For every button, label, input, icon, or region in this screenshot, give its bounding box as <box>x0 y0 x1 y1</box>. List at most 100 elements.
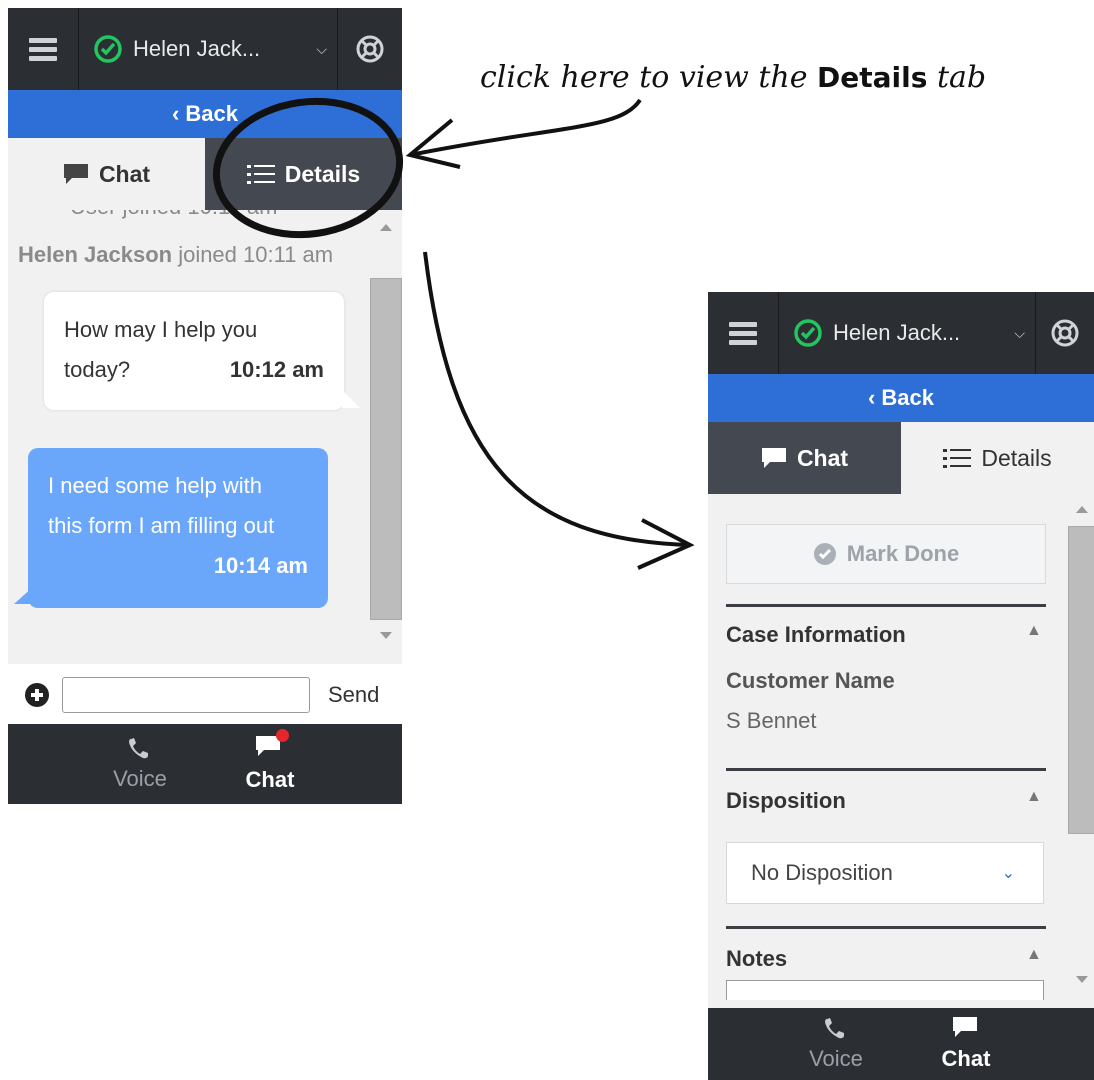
chat-composer: Send <box>8 664 402 726</box>
customer-message-line1: I need some help with <box>48 473 263 498</box>
back-bar[interactable]: ‹ Back <box>708 374 1094 422</box>
tab-details[interactable]: Details <box>901 422 1094 494</box>
right-panel: Helen Jack... ⌵ ‹ Back Chat Details Mark… <box>708 292 1094 1080</box>
tab-chat-label: Chat <box>98 160 151 187</box>
support-button[interactable] <box>338 8 402 90</box>
scroll-down-arrow[interactable] <box>1076 976 1088 983</box>
case-information-title[interactable]: Case Information <box>726 622 906 648</box>
agent-status-dropdown[interactable]: Helen Jack... ⌵ <box>79 8 338 90</box>
chevron-down-icon: ⌄ <box>1001 865 1015 882</box>
section-divider <box>726 604 1046 607</box>
send-button[interactable]: Send <box>328 682 379 708</box>
scroll-thumb[interactable] <box>370 278 402 620</box>
chat-transcript[interactable]: User joined 10:11 am Helen Jackson joine… <box>8 210 402 664</box>
scrollbar[interactable] <box>370 222 402 652</box>
disposition-title[interactable]: Disposition <box>726 788 846 814</box>
nav-voice[interactable]: Voice <box>75 724 205 804</box>
left-panel: Helen Jack... ⌵ ‹ Back Chat Details User… <box>8 8 402 804</box>
arrow-to-details <box>409 98 642 157</box>
phone-icon <box>825 1018 844 1039</box>
chat-bubble-icon <box>953 1017 977 1037</box>
tab-chat-label: Chat <box>796 444 849 471</box>
chat-message-input[interactable] <box>62 677 310 713</box>
chevron-down-icon: ⌵ <box>1014 324 1025 341</box>
system-message-partial: User joined 10:11 am <box>70 210 278 220</box>
chevron-left-icon: ‹ <box>172 101 180 126</box>
section-divider <box>726 926 1046 929</box>
agent-status-dropdown[interactable]: Helen Jack... ⌵ <box>779 292 1036 374</box>
lifebuoy-icon <box>1051 319 1079 347</box>
customer-message-time: 10:14 am <box>213 553 308 578</box>
system-message-name: Helen Jackson <box>18 242 173 267</box>
annotation-text: click here to view the Details tab <box>480 60 986 95</box>
list-icon <box>246 165 275 184</box>
system-message-text: joined 10:11 am <box>172 242 334 267</box>
mark-done-button[interactable]: Mark Done <box>726 524 1046 584</box>
disposition-select[interactable]: No Disposition ⌄ <box>726 842 1044 904</box>
arrowhead-right <box>637 518 695 570</box>
system-message: Helen Jackson joined 10:11 am <box>18 242 333 268</box>
agent-name: Helen Jack... <box>133 36 261 61</box>
tab-details-label: Details <box>981 444 1052 471</box>
menu-button[interactable] <box>8 8 79 90</box>
support-button[interactable] <box>1036 292 1094 374</box>
mark-done-label: Mark Done <box>846 541 960 566</box>
agent-bubble-tail <box>342 390 360 408</box>
hamburger-icon <box>729 322 757 345</box>
customer-message-line2: this form I am filling out <box>48 513 275 538</box>
notes-textarea[interactable] <box>726 980 1044 1000</box>
back-label: Back <box>185 101 238 126</box>
chat-bubble-icon <box>63 164 88 184</box>
details-pane: Mark Done Case Information ▲ Customer Na… <box>708 494 1094 1000</box>
back-label: Back <box>881 385 934 410</box>
notification-dot <box>276 729 289 742</box>
tab-details-label: Details <box>284 160 361 187</box>
chevron-up-icon[interactable]: ▲ <box>1026 622 1042 640</box>
agent-message: How may I help you today? 10:12 am <box>44 292 344 410</box>
add-circle-icon[interactable] <box>24 682 50 708</box>
scroll-up-arrow[interactable] <box>380 224 392 231</box>
tab-chat[interactable]: Chat <box>708 422 901 494</box>
scroll-thumb[interactable] <box>1068 526 1094 834</box>
arrowhead-left <box>405 118 461 169</box>
annotation-suffix: tab <box>927 60 987 95</box>
chevron-left-icon: ‹ <box>868 385 876 410</box>
scroll-down-arrow[interactable] <box>380 632 392 639</box>
lifebuoy-icon <box>356 35 384 63</box>
nav-voice[interactable]: Voice <box>771 1008 901 1080</box>
hamburger-icon <box>29 38 57 61</box>
scrollbar[interactable] <box>1066 504 1094 994</box>
tab-chat[interactable]: Chat <box>8 138 205 210</box>
top-bar: Helen Jack... ⌵ <box>708 292 1094 374</box>
nav-chat[interactable]: Chat <box>205 724 335 804</box>
agent-message-line1: How may I help you <box>64 317 258 342</box>
back-bar[interactable]: ‹ Back <box>8 90 402 138</box>
menu-button[interactable] <box>708 292 779 374</box>
arrow-to-right-panel <box>423 251 691 547</box>
section-divider <box>726 768 1046 771</box>
nav-chat[interactable]: Chat <box>901 1008 1031 1080</box>
customer-name-label: Customer Name <box>726 668 895 693</box>
check-circle-icon <box>813 543 836 565</box>
tab-bar: Chat Details <box>708 422 1094 494</box>
tab-bar: Chat Details <box>8 138 402 210</box>
notes-title[interactable]: Notes <box>726 946 787 972</box>
bottom-nav: Voice Chat <box>708 1008 1094 1080</box>
customer-name-value: S Bennet <box>726 708 817 733</box>
list-icon <box>943 449 972 468</box>
top-bar: Helen Jack... ⌵ <box>8 8 402 90</box>
check-circle-icon <box>794 319 822 347</box>
chevron-down-icon: ⌵ <box>316 40 327 57</box>
chevron-up-icon[interactable]: ▲ <box>1026 946 1042 964</box>
chevron-up-icon[interactable]: ▲ <box>1026 788 1042 806</box>
tab-details[interactable]: Details <box>205 138 402 210</box>
customer-message: I need some help with this form I am fil… <box>28 448 328 608</box>
agent-message-time: 10:12 am <box>229 357 324 382</box>
disposition-selected: No Disposition <box>751 860 893 885</box>
scroll-up-arrow[interactable] <box>1076 506 1088 513</box>
chat-bubble-icon <box>761 448 786 468</box>
annotation-prefix: click here to view the <box>480 60 818 95</box>
nav-voice-label: Voice <box>809 1046 863 1071</box>
bottom-nav: Voice Chat <box>8 724 402 804</box>
annotation-bold: Details <box>817 61 928 94</box>
